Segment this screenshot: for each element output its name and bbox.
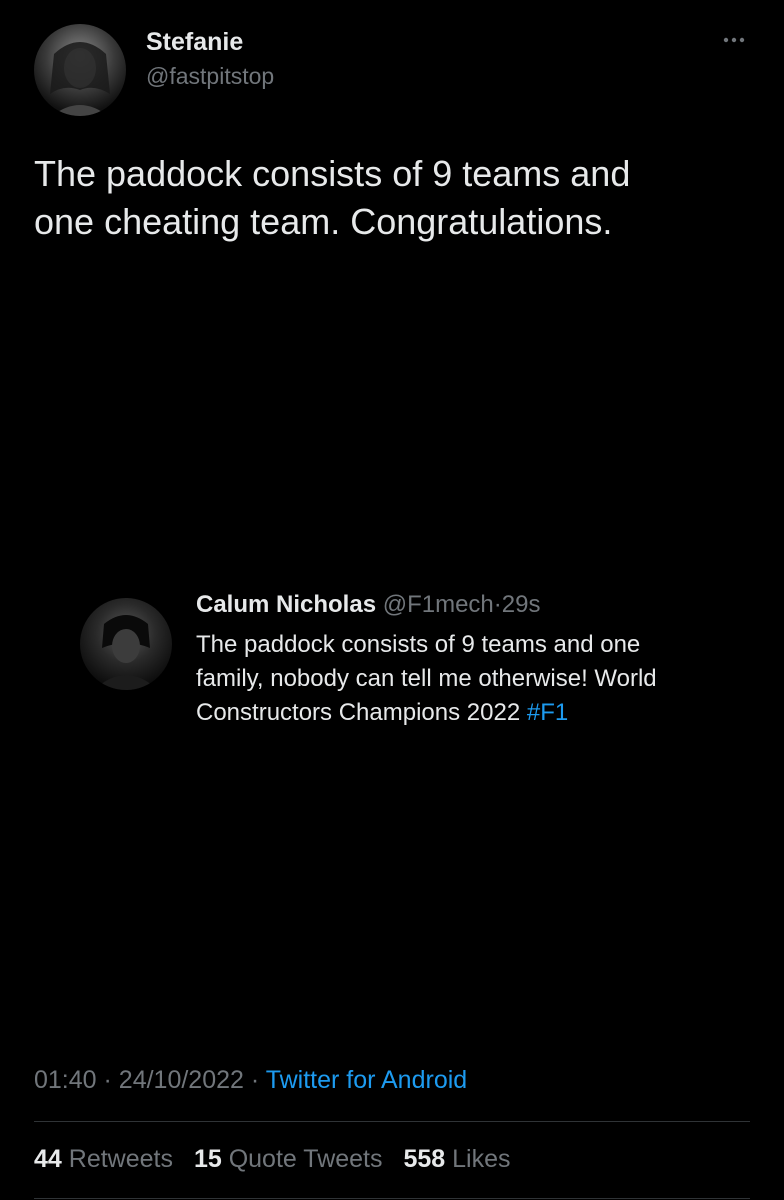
tweet-text-line: The paddock consists of 9 teams and: [34, 153, 631, 194]
quoted-avatar-image: [94, 615, 158, 690]
quoted-author-avatar: [80, 598, 172, 690]
quoted-text-line: The paddock consists of 9 teams and one: [196, 631, 641, 658]
tweet-text: The paddock consists of 9 teams and one …: [34, 150, 754, 246]
author-handle[interactable]: @fastpitstop: [146, 63, 274, 90]
quoted-time: 29s: [501, 591, 541, 618]
tweet-source-link[interactable]: Twitter for Android: [266, 1066, 467, 1094]
likes-stat[interactable]: 558 Likes: [403, 1145, 510, 1174]
retweets-count: 44: [34, 1145, 62, 1173]
quoted-tweet-header: Calum Nicholas @F1mech·29s: [196, 591, 540, 619]
retweets-label: Retweets: [68, 1145, 173, 1173]
quote-tweets-label: Quote Tweets: [228, 1145, 383, 1173]
engagement-stats: 44 Retweets 15 Quote Tweets 558 Likes: [34, 1145, 525, 1174]
tweet-text-line: one cheating team. Congratulations.: [34, 201, 613, 242]
timestamp-separator: ·: [250, 1066, 260, 1094]
timestamp-separator: ·: [103, 1066, 112, 1094]
author-avatar-image: [50, 42, 110, 116]
author-display-name[interactable]: Stefanie: [146, 28, 243, 57]
likes-count: 558: [403, 1145, 446, 1173]
tweet-date[interactable]: 24/10/2022: [119, 1066, 244, 1094]
divider: [34, 1121, 750, 1122]
quoted-display-name: Calum Nicholas: [196, 591, 377, 618]
more-options-icon[interactable]: [718, 30, 750, 50]
quoted-text-line: Constructors Champions 2022 #F1: [196, 696, 776, 730]
quoted-handle: @F1mech: [382, 591, 494, 618]
author-avatar[interactable]: [34, 24, 126, 116]
quote-tweets-stat[interactable]: 15 Quote Tweets: [194, 1145, 383, 1174]
tweet-timestamp-row: 01:40 · 24/10/2022 · Twitter for Android: [34, 1066, 467, 1095]
quoted-text-line: family, nobody can tell me otherwise! Wo…: [196, 665, 657, 692]
quoted-text-line-text: Constructors Champions 2022: [196, 699, 527, 726]
quoted-separator: ·: [493, 591, 502, 618]
divider: [34, 1198, 750, 1199]
likes-label: Likes: [452, 1145, 511, 1173]
quoted-tweet-text: The paddock consists of 9 teams and one …: [196, 628, 776, 730]
tweet-time[interactable]: 01:40: [34, 1066, 97, 1094]
quote-tweets-count: 15: [193, 1145, 222, 1173]
retweets-stat[interactable]: 44 Retweets: [34, 1145, 173, 1174]
quoted-hashtag-link[interactable]: #F1: [527, 699, 568, 726]
